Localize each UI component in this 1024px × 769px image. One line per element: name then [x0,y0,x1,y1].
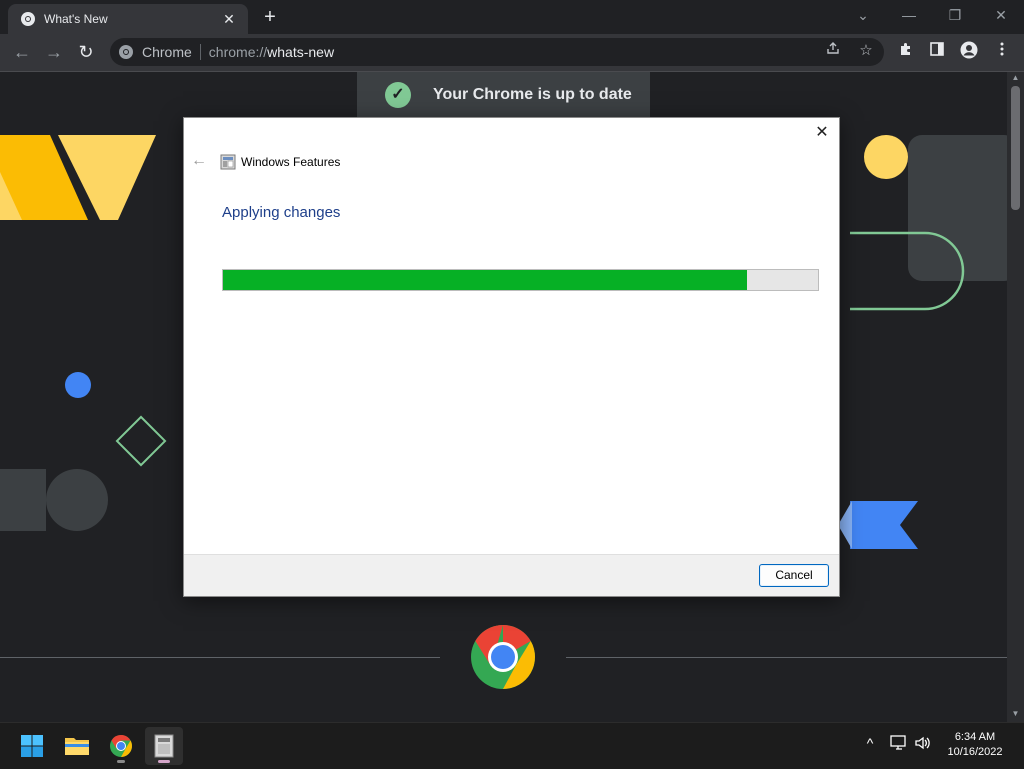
scrollbar-thumb[interactable] [1011,86,1020,210]
menu-icon[interactable] [991,41,1013,63]
url-scheme: chrome:// [208,44,268,60]
profile-icon[interactable] [958,41,980,63]
omnibox-divider [199,44,201,60]
taskbar: ^ 6:34 AM 10/16/2022 [0,722,1024,769]
close-window-button[interactable]: ✕ [978,0,1024,30]
chrome-favicon-icon [21,12,35,26]
cancel-button[interactable]: Cancel [759,564,829,587]
tab-title: What's New [44,12,108,26]
active-indicator [158,760,170,763]
dialog-heading: Applying changes [222,204,341,221]
running-indicator [117,760,125,763]
minimize-button[interactable]: — [886,0,932,30]
gray-pill-block [0,469,46,531]
back-button[interactable]: ← [10,40,34,64]
url-host: whats-new [267,44,335,60]
check-icon: ✓ [385,82,411,108]
up-to-date-banner: ✓ Your Chrome is up to date [357,72,650,118]
chrome-taskbar-icon [110,735,132,757]
tab-search-icon[interactable]: ⌄ [840,0,886,30]
scroll-down-icon[interactable]: ▼ [1007,708,1024,720]
windows-features-dialog: ✕ ← Windows Features Applying changes Ca… [183,117,840,597]
browser-toolbar: ← → ↻ Chrome chrome://whats-new ☆ [0,34,1024,72]
extensions-icon[interactable] [895,41,917,63]
show-hidden-icons-icon[interactable]: ^ [859,735,881,751]
gray-block-right [908,135,1007,281]
windows-features-icon [220,154,236,170]
divider-right [566,657,1007,658]
banner-text: Your Chrome is up to date [433,86,632,103]
tab-close-icon[interactable]: ✕ [220,10,238,28]
dialog-app-title: Windows Features [241,155,341,169]
divider-left [0,657,440,658]
clock-date: 10/16/2022 [947,746,1003,758]
star-icon[interactable]: ☆ [855,40,877,62]
windows-logo-icon [21,735,43,757]
system-clock[interactable]: 6:34 AM 10/16/2022 [944,730,1006,760]
chrome-logo-icon [471,625,535,689]
gray-pill-circle [46,469,108,531]
folder-icon [65,738,89,755]
page-scrollbar[interactable]: ▲ ▼ [1007,72,1024,722]
progress-bar [222,269,819,291]
forward-button[interactable]: → [42,40,66,64]
site-label: Chrome [142,44,192,60]
windows-features-taskbar-icon [154,734,174,758]
taskbar-windows-features[interactable] [145,727,183,765]
progress-bar-fill [223,270,747,290]
clock-time: 6:34 AM [954,731,996,743]
side-panel-icon[interactable] [926,41,948,63]
blue-dot [65,372,91,398]
dialog-footer: Cancel [184,554,839,596]
dialog-close-icon[interactable]: ✕ [811,122,833,144]
volume-icon[interactable] [912,735,934,754]
blue-ribbon-tip [838,501,852,549]
address-bar[interactable]: Chrome chrome://whats-new [110,38,884,66]
tab-whats-new[interactable]: What's New ✕ [8,4,248,34]
yellow-circle [864,135,908,179]
share-icon[interactable] [822,40,844,62]
new-tab-button[interactable]: + [260,7,280,27]
scroll-up-icon[interactable]: ▲ [1007,72,1024,84]
network-icon[interactable] [888,735,910,754]
taskbar-chrome[interactable] [102,727,140,765]
tab-strip: What's New ✕ + ⌄ — ❐ ✕ [0,0,1024,34]
start-button[interactable] [13,727,51,765]
taskbar-file-explorer[interactable] [58,727,96,765]
blue-ribbon [850,501,918,549]
chrome-site-icon [119,45,133,59]
green-diamond [115,415,167,467]
reload-button[interactable]: ↻ [74,40,98,64]
dialog-back-icon[interactable]: ← [190,152,208,170]
restore-button[interactable]: ❐ [932,0,978,30]
